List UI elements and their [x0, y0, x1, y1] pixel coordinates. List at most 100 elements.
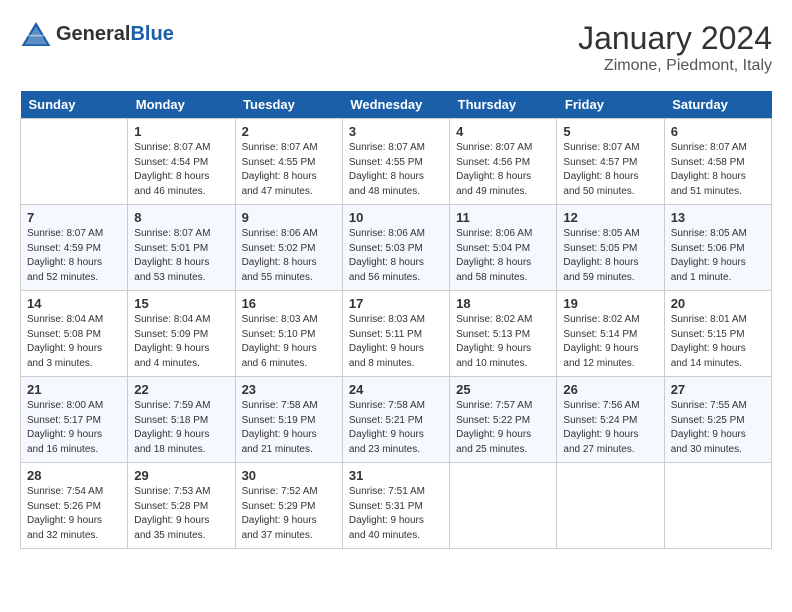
- logo: GeneralBlue: [20, 20, 174, 48]
- calendar-cell: 15 Sunrise: 8:04 AMSunset: 5:09 PMDaylig…: [128, 291, 235, 377]
- day-number: 14: [27, 296, 121, 311]
- calendar-cell: 10 Sunrise: 8:06 AMSunset: 5:03 PMDaylig…: [342, 205, 449, 291]
- calendar-week-row: 14 Sunrise: 8:04 AMSunset: 5:08 PMDaylig…: [21, 291, 772, 377]
- logo-blue-text: Blue: [130, 24, 173, 44]
- calendar-cell: 22 Sunrise: 7:59 AMSunset: 5:18 PMDaylig…: [128, 377, 235, 463]
- day-number: 23: [242, 382, 336, 397]
- calendar-cell: 24 Sunrise: 7:58 AMSunset: 5:21 PMDaylig…: [342, 377, 449, 463]
- day-number: 16: [242, 296, 336, 311]
- day-number: 7: [27, 210, 121, 225]
- day-info: Sunrise: 7:51 AMSunset: 5:31 PMDaylight:…: [349, 485, 443, 543]
- calendar-week-row: 28 Sunrise: 7:54 AMSunset: 5:26 PMDaylig…: [21, 463, 772, 549]
- calendar-week-row: 21 Sunrise: 8:00 AMSunset: 5:17 PMDaylig…: [21, 377, 772, 463]
- weekday-header: Thursday: [450, 91, 557, 119]
- day-info: Sunrise: 8:04 AMSunset: 5:08 PMDaylight:…: [27, 313, 121, 371]
- day-number: 10: [349, 210, 443, 225]
- calendar-table: SundayMondayTuesdayWednesdayThursdayFrid…: [20, 91, 772, 549]
- calendar-cell: 3 Sunrise: 8:07 AMSunset: 4:55 PMDayligh…: [342, 119, 449, 205]
- weekday-header: Friday: [557, 91, 664, 119]
- day-number: 31: [349, 468, 443, 483]
- calendar-cell: 2 Sunrise: 8:07 AMSunset: 4:55 PMDayligh…: [235, 119, 342, 205]
- day-number: 18: [456, 296, 550, 311]
- title-block: January 2024 Zimone, Piedmont, Italy: [578, 20, 772, 75]
- calendar-cell: 5 Sunrise: 8:07 AMSunset: 4:57 PMDayligh…: [557, 119, 664, 205]
- weekday-header-row: SundayMondayTuesdayWednesdayThursdayFrid…: [21, 91, 772, 119]
- day-info: Sunrise: 7:59 AMSunset: 5:18 PMDaylight:…: [134, 399, 228, 457]
- day-number: 11: [456, 210, 550, 225]
- calendar-cell: 25 Sunrise: 7:57 AMSunset: 5:22 PMDaylig…: [450, 377, 557, 463]
- calendar-cell: [450, 463, 557, 549]
- calendar-cell: 21 Sunrise: 8:00 AMSunset: 5:17 PMDaylig…: [21, 377, 128, 463]
- day-number: 12: [563, 210, 657, 225]
- day-info: Sunrise: 8:03 AMSunset: 5:11 PMDaylight:…: [349, 313, 443, 371]
- calendar-cell: 1 Sunrise: 8:07 AMSunset: 4:54 PMDayligh…: [128, 119, 235, 205]
- calendar-week-row: 1 Sunrise: 8:07 AMSunset: 4:54 PMDayligh…: [21, 119, 772, 205]
- day-info: Sunrise: 7:57 AMSunset: 5:22 PMDaylight:…: [456, 399, 550, 457]
- day-info: Sunrise: 7:58 AMSunset: 5:19 PMDaylight:…: [242, 399, 336, 457]
- day-info: Sunrise: 7:56 AMSunset: 5:24 PMDaylight:…: [563, 399, 657, 457]
- calendar-week-row: 7 Sunrise: 8:07 AMSunset: 4:59 PMDayligh…: [21, 205, 772, 291]
- calendar-cell: 6 Sunrise: 8:07 AMSunset: 4:58 PMDayligh…: [664, 119, 771, 205]
- day-info: Sunrise: 8:06 AMSunset: 5:02 PMDaylight:…: [242, 227, 336, 285]
- day-number: 17: [349, 296, 443, 311]
- day-number: 22: [134, 382, 228, 397]
- day-info: Sunrise: 8:02 AMSunset: 5:13 PMDaylight:…: [456, 313, 550, 371]
- weekday-header: Sunday: [21, 91, 128, 119]
- calendar-cell: 23 Sunrise: 7:58 AMSunset: 5:19 PMDaylig…: [235, 377, 342, 463]
- calendar-cell: 4 Sunrise: 8:07 AMSunset: 4:56 PMDayligh…: [450, 119, 557, 205]
- day-info: Sunrise: 8:04 AMSunset: 5:09 PMDaylight:…: [134, 313, 228, 371]
- day-info: Sunrise: 8:05 AMSunset: 5:06 PMDaylight:…: [671, 227, 765, 285]
- calendar-cell: 12 Sunrise: 8:05 AMSunset: 5:05 PMDaylig…: [557, 205, 664, 291]
- day-number: 8: [134, 210, 228, 225]
- weekday-header: Wednesday: [342, 91, 449, 119]
- month-title: January 2024: [578, 20, 772, 57]
- day-number: 2: [242, 124, 336, 139]
- day-info: Sunrise: 8:06 AMSunset: 5:03 PMDaylight:…: [349, 227, 443, 285]
- day-number: 20: [671, 296, 765, 311]
- calendar-cell: 7 Sunrise: 8:07 AMSunset: 4:59 PMDayligh…: [21, 205, 128, 291]
- day-number: 26: [563, 382, 657, 397]
- calendar-cell: 9 Sunrise: 8:06 AMSunset: 5:02 PMDayligh…: [235, 205, 342, 291]
- calendar-cell: 26 Sunrise: 7:56 AMSunset: 5:24 PMDaylig…: [557, 377, 664, 463]
- day-info: Sunrise: 8:07 AMSunset: 5:01 PMDaylight:…: [134, 227, 228, 285]
- day-number: 30: [242, 468, 336, 483]
- day-info: Sunrise: 7:55 AMSunset: 5:25 PMDaylight:…: [671, 399, 765, 457]
- calendar-cell: [21, 119, 128, 205]
- calendar-cell: 31 Sunrise: 7:51 AMSunset: 5:31 PMDaylig…: [342, 463, 449, 549]
- day-info: Sunrise: 8:07 AMSunset: 4:55 PMDaylight:…: [349, 141, 443, 199]
- day-number: 1: [134, 124, 228, 139]
- calendar-cell: 27 Sunrise: 7:55 AMSunset: 5:25 PMDaylig…: [664, 377, 771, 463]
- day-info: Sunrise: 8:07 AMSunset: 4:59 PMDaylight:…: [27, 227, 121, 285]
- day-info: Sunrise: 8:07 AMSunset: 4:54 PMDaylight:…: [134, 141, 228, 199]
- day-number: 27: [671, 382, 765, 397]
- calendar-cell: 16 Sunrise: 8:03 AMSunset: 5:10 PMDaylig…: [235, 291, 342, 377]
- calendar-cell: 11 Sunrise: 8:06 AMSunset: 5:04 PMDaylig…: [450, 205, 557, 291]
- day-number: 19: [563, 296, 657, 311]
- day-number: 4: [456, 124, 550, 139]
- day-number: 29: [134, 468, 228, 483]
- day-info: Sunrise: 8:07 AMSunset: 4:57 PMDaylight:…: [563, 141, 657, 199]
- calendar-cell: 30 Sunrise: 7:52 AMSunset: 5:29 PMDaylig…: [235, 463, 342, 549]
- page-header: GeneralBlue January 2024 Zimone, Piedmon…: [20, 20, 772, 75]
- day-info: Sunrise: 8:03 AMSunset: 5:10 PMDaylight:…: [242, 313, 336, 371]
- calendar-cell: 29 Sunrise: 7:53 AMSunset: 5:28 PMDaylig…: [128, 463, 235, 549]
- location-title: Zimone, Piedmont, Italy: [578, 57, 772, 75]
- day-info: Sunrise: 7:54 AMSunset: 5:26 PMDaylight:…: [27, 485, 121, 543]
- day-number: 25: [456, 382, 550, 397]
- calendar-cell: 18 Sunrise: 8:02 AMSunset: 5:13 PMDaylig…: [450, 291, 557, 377]
- day-info: Sunrise: 8:05 AMSunset: 5:05 PMDaylight:…: [563, 227, 657, 285]
- day-number: 21: [27, 382, 121, 397]
- day-number: 5: [563, 124, 657, 139]
- day-number: 9: [242, 210, 336, 225]
- calendar-cell: [557, 463, 664, 549]
- day-info: Sunrise: 8:07 AMSunset: 4:58 PMDaylight:…: [671, 141, 765, 199]
- day-info: Sunrise: 8:06 AMSunset: 5:04 PMDaylight:…: [456, 227, 550, 285]
- logo-general-text: General: [56, 24, 130, 44]
- day-number: 15: [134, 296, 228, 311]
- calendar-cell: 14 Sunrise: 8:04 AMSunset: 5:08 PMDaylig…: [21, 291, 128, 377]
- day-info: Sunrise: 7:53 AMSunset: 5:28 PMDaylight:…: [134, 485, 228, 543]
- calendar-cell: 28 Sunrise: 7:54 AMSunset: 5:26 PMDaylig…: [21, 463, 128, 549]
- calendar-cell: 8 Sunrise: 8:07 AMSunset: 5:01 PMDayligh…: [128, 205, 235, 291]
- day-number: 24: [349, 382, 443, 397]
- day-number: 6: [671, 124, 765, 139]
